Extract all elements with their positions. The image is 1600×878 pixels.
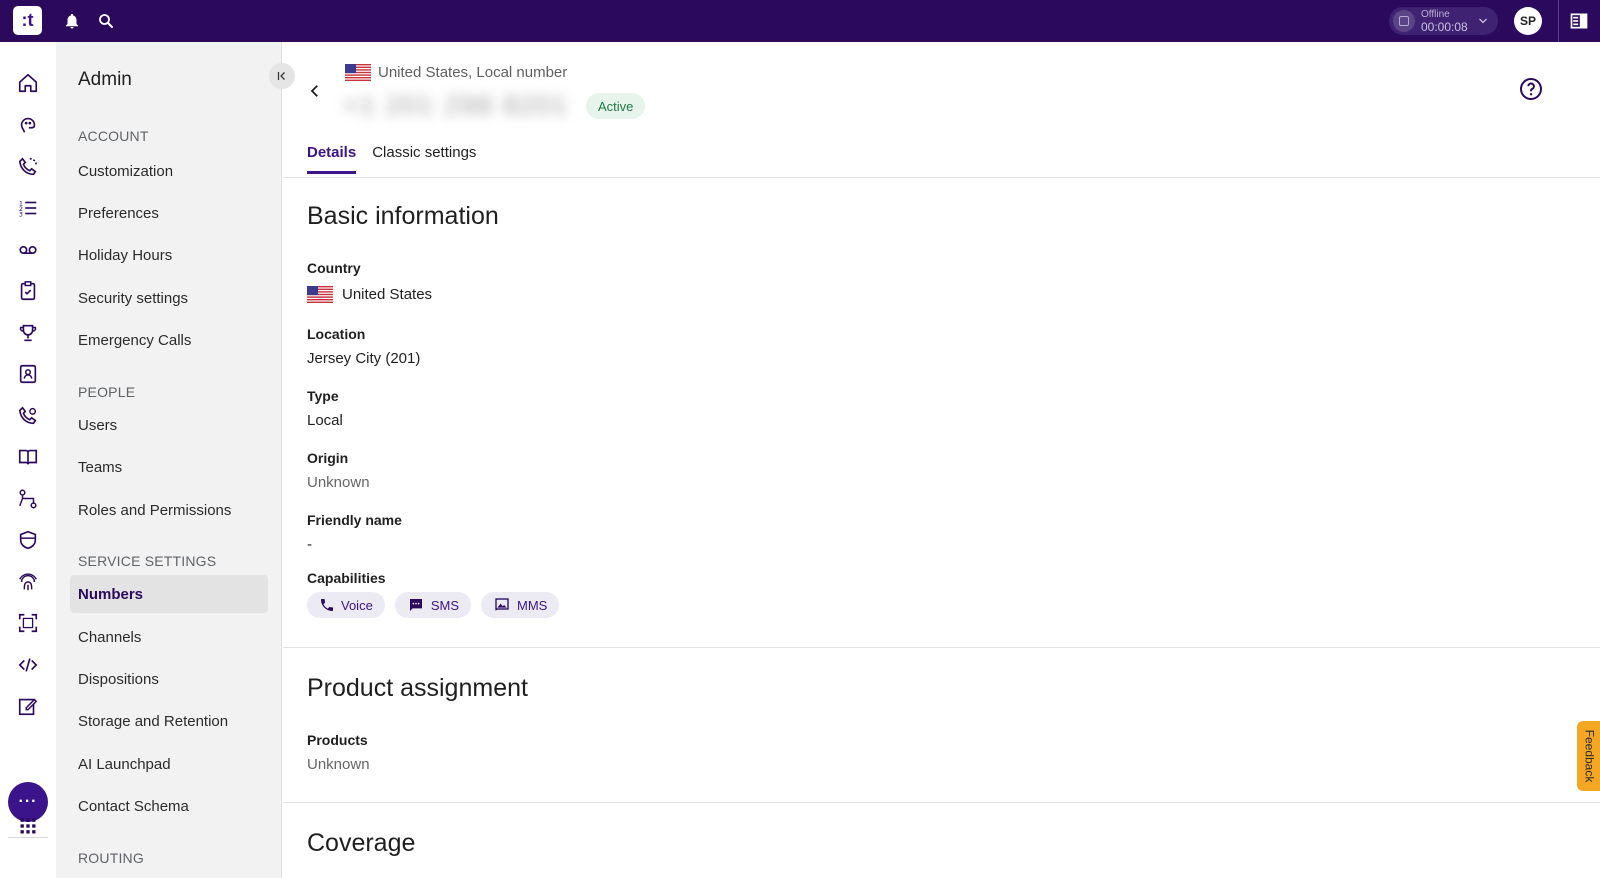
sidebar-item-users[interactable]: Users: [70, 406, 268, 444]
shield-icon[interactable]: [16, 528, 40, 552]
status-timer: 00:00:08: [1421, 20, 1468, 34]
sidebar-item-contact-schema[interactable]: Contact Schema: [70, 787, 268, 825]
capabilities-list: Voice SMS MMS: [307, 592, 569, 618]
nav-section-service-settings: SERVICE SETTINGS: [78, 553, 217, 569]
nav-section-routing: ROUTING: [78, 850, 144, 866]
field-label-friendly-name: Friendly name: [307, 512, 402, 528]
us-flag-icon: [307, 286, 333, 303]
field-value-products: Unknown: [307, 756, 370, 773]
tab-details[interactable]: Details: [307, 142, 357, 174]
voicemail-icon[interactable]: [16, 238, 40, 262]
feedback-tab[interactable]: Feedback: [1577, 721, 1600, 791]
capability-label: MMS: [516, 597, 548, 613]
tabs-divider: [283, 177, 1600, 178]
field-label-country: Country: [307, 260, 361, 276]
agent-status-selector[interactable]: Offline 00:00:08: [1389, 7, 1498, 35]
edit-note-icon[interactable]: [16, 694, 40, 718]
trophy-icon[interactable]: [16, 321, 40, 345]
sidebar-item-preferences[interactable]: Preferences: [70, 194, 268, 232]
number-subtitle: United States, Local number: [378, 64, 568, 81]
sidebar-item-roles-permissions[interactable]: Roles and Permissions: [70, 491, 268, 529]
nav-section-people: PEOPLE: [78, 384, 136, 400]
bell-icon[interactable]: [62, 11, 82, 31]
sidebar-item-ai-launchpad[interactable]: AI Launchpad: [70, 745, 268, 783]
capability-label: SMS: [430, 597, 459, 613]
screen-capture-icon[interactable]: [16, 611, 40, 635]
section-divider: [283, 802, 1600, 803]
sidebar-item-channels[interactable]: Channels: [70, 618, 268, 656]
us-flag-icon: [345, 64, 371, 81]
top-bar: :t Offline 00:00:08 SP: [0, 0, 1600, 42]
detail-tabs: Details Classic settings: [307, 142, 492, 174]
search-icon[interactable]: [96, 11, 116, 31]
main-content: United States, Local number +1 201 298 8…: [283, 42, 1600, 878]
sidebar-item-holiday-hours[interactable]: Holiday Hours: [70, 236, 268, 274]
phone-icon: [321, 599, 333, 611]
section-title-product-assignment: Product assignment: [307, 674, 528, 702]
user-avatar[interactable]: SP: [1514, 7, 1542, 35]
app-grid-icon[interactable]: [16, 814, 40, 838]
app-rail: 123 ···: [0, 42, 56, 878]
sidebar-title: Admin: [78, 69, 132, 90]
collapse-left-icon: [277, 72, 285, 80]
mms-image-icon: [495, 598, 509, 611]
field-value-type: Local: [307, 412, 343, 429]
section-title-basic-information: Basic information: [307, 202, 499, 230]
routing-flow-icon[interactable]: [16, 487, 40, 511]
topbar-divider: [1558, 0, 1559, 42]
field-label-location: Location: [307, 326, 366, 342]
country-name: United States: [342, 286, 433, 303]
panel-toggle-icon[interactable]: [1569, 11, 1589, 31]
sidebar-item-teams[interactable]: Teams: [70, 448, 268, 486]
sidebar-item-dispositions[interactable]: Dispositions: [70, 660, 268, 698]
code-icon[interactable]: [16, 653, 40, 677]
phone-number-title: +1 201 298 8201: [343, 90, 569, 120]
section-title-coverage: Coverage: [307, 829, 416, 857]
field-label-products: Products: [307, 732, 368, 748]
field-value-friendly-name: -: [307, 536, 312, 553]
nav-section-account: ACCOUNT: [78, 128, 149, 144]
sidebar-item-emergency-calls[interactable]: Emergency Calls: [70, 321, 268, 359]
home-icon[interactable]: [16, 71, 40, 95]
field-label-capabilities: Capabilities: [307, 570, 386, 586]
ai-agent-icon[interactable]: [16, 113, 40, 137]
feedback-label: Feedback: [1582, 729, 1597, 783]
contacts-icon[interactable]: [16, 362, 40, 386]
capability-label: Voice: [341, 597, 373, 613]
capability-chip-sms: SMS: [394, 592, 471, 618]
help-icon[interactable]: [1519, 77, 1543, 101]
chevron-down-icon: [1479, 18, 1487, 24]
admin-sidebar: Admin ACCOUNT Customization Preferences …: [56, 42, 282, 878]
sidebar-item-customization[interactable]: Customization: [70, 152, 268, 190]
sidebar-item-storage-retention[interactable]: Storage and Retention: [70, 702, 268, 740]
field-label-origin: Origin: [307, 450, 349, 466]
field-value-location: Jersey City (201): [307, 350, 421, 367]
phone-settings-icon[interactable]: [16, 404, 40, 428]
back-arrow-icon[interactable]: [306, 82, 324, 100]
tab-classic-settings[interactable]: Classic settings: [372, 142, 476, 174]
app-logo[interactable]: :t: [13, 6, 42, 35]
sms-icon: [409, 599, 422, 611]
call-activity-icon[interactable]: [16, 155, 40, 179]
field-value-country: United States: [307, 286, 432, 303]
status-indicator-icon: [1393, 10, 1415, 32]
field-label-type: Type: [307, 388, 339, 404]
list-icon[interactable]: 123: [16, 196, 40, 220]
collapse-sidebar-button[interactable]: [269, 63, 295, 89]
knowledge-book-icon[interactable]: [16, 445, 40, 469]
capability-chip-mms: MMS: [480, 592, 560, 618]
sidebar-item-numbers[interactable]: Numbers: [70, 575, 268, 613]
capability-chip-voice: Voice: [307, 592, 385, 618]
section-divider: [283, 647, 1600, 648]
clipboard-check-icon[interactable]: [16, 279, 40, 303]
fingerprint-icon[interactable]: [16, 570, 40, 594]
svg-text:3: 3: [19, 210, 23, 218]
sidebar-item-security-settings[interactable]: Security settings: [70, 279, 268, 317]
field-value-origin: Unknown: [307, 474, 370, 491]
status-badge: Active: [586, 93, 646, 119]
